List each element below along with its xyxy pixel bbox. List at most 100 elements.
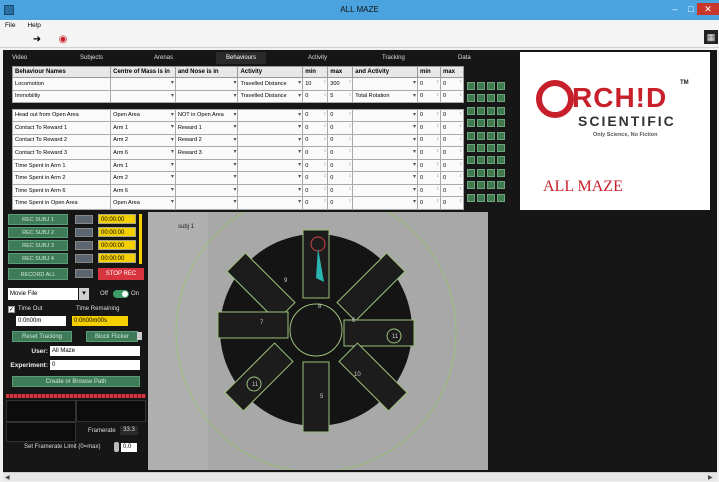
stop-rec-button[interactable]: STOP REC — [98, 268, 144, 280]
table-cell[interactable]: 0 — [417, 121, 441, 135]
table-cell[interactable] — [352, 171, 418, 185]
row-action-button[interactable] — [477, 106, 485, 115]
table-cell[interactable]: Time Spent in Arm 6 — [11, 183, 112, 198]
tab-behaviours[interactable]: Behaviours — [216, 52, 267, 64]
row-action-button[interactable] — [477, 82, 485, 90]
table-cell[interactable]: 0 — [302, 183, 329, 198]
table-cell[interactable] — [237, 171, 304, 185]
table-cell[interactable] — [237, 133, 304, 148]
tab-video[interactable]: Video — [12, 52, 27, 64]
row-action-button[interactable] — [467, 181, 475, 190]
chevron-down-icon[interactable]: ▾ — [79, 288, 89, 300]
menu-help[interactable]: Help — [22, 20, 45, 31]
table-cell[interactable]: 0 — [417, 89, 441, 104]
table-cell[interactable]: 0 — [417, 196, 441, 210]
row-action-button[interactable] — [477, 168, 485, 177]
table-cell[interactable] — [237, 108, 304, 123]
row-action-button[interactable] — [487, 156, 495, 165]
table-cell[interactable]: 0 — [439, 158, 465, 173]
row-action-button[interactable] — [467, 94, 475, 103]
table-cell[interactable]: 0 — [327, 171, 354, 185]
row-action-button[interactable] — [477, 131, 485, 140]
table-cell[interactable]: Reward 3 — [174, 146, 239, 160]
table-cell[interactable] — [237, 121, 304, 135]
timeout-checkbox[interactable]: ✓ — [8, 306, 15, 313]
table-cell[interactable]: 0 — [417, 171, 441, 185]
experiment-input[interactable]: 0 — [50, 360, 140, 370]
table-cell[interactable]: Open Area — [110, 108, 176, 123]
row-action-button[interactable] — [467, 82, 475, 90]
table-cell[interactable]: 300 — [327, 77, 354, 91]
table-cell[interactable]: 0 — [327, 133, 354, 148]
table-cell[interactable]: 0 — [302, 121, 329, 135]
table-cell[interactable] — [352, 121, 418, 135]
table-cell[interactable] — [237, 196, 304, 210]
table-cell[interactable] — [174, 77, 239, 91]
row-action-button[interactable] — [477, 193, 485, 202]
subj-2-toggle[interactable] — [75, 228, 93, 237]
table-cell[interactable] — [352, 77, 418, 91]
table-cell[interactable]: 0 — [439, 171, 465, 185]
table-cell[interactable]: Time Spent in Arm 1 — [11, 158, 112, 173]
tab-arenas[interactable]: Arenas — [154, 52, 173, 64]
menu-file[interactable]: File — [0, 20, 20, 31]
row-action-button[interactable] — [497, 82, 505, 90]
table-cell[interactable]: 0 — [439, 133, 465, 148]
table-cell[interactable]: Locomotion — [11, 77, 112, 91]
row-action-button[interactable] — [467, 156, 475, 165]
table-cell[interactable] — [110, 77, 176, 91]
subj-1-toggle[interactable] — [75, 215, 93, 224]
table-cell[interactable]: NOT in Open Area — [174, 108, 239, 123]
row-action-button[interactable] — [487, 119, 495, 128]
table-cell[interactable]: Total Rotation — [352, 89, 418, 104]
table-cell[interactable] — [352, 146, 418, 160]
row-action-button[interactable] — [467, 193, 475, 202]
table-cell[interactable]: 0 — [417, 108, 441, 123]
row-action-button[interactable] — [487, 168, 495, 177]
table-cell[interactable]: 0 — [327, 146, 354, 160]
row-action-button[interactable] — [487, 193, 495, 202]
tab-tracking[interactable]: Tracking — [382, 52, 405, 64]
row-action-button[interactable] — [467, 144, 475, 152]
source-select[interactable]: Movie File — [8, 288, 78, 300]
row-action-button[interactable] — [477, 119, 485, 128]
record-icon[interactable]: ◉ — [56, 34, 70, 46]
row-action-button[interactable] — [477, 144, 485, 152]
table-cell[interactable]: Arm 1 — [110, 121, 176, 135]
table-cell[interactable]: Contact To Reward 2 — [11, 133, 112, 148]
table-cell[interactable]: Arm 6 — [110, 183, 176, 198]
row-action-button[interactable] — [497, 144, 505, 152]
tab-data[interactable]: Data — [458, 52, 471, 64]
table-cell[interactable] — [237, 146, 304, 160]
tab-subjects[interactable]: Subjects — [80, 52, 103, 64]
table-cell[interactable] — [174, 158, 239, 173]
table-cell[interactable]: Reward 1 — [174, 121, 239, 135]
table-cell[interactable]: Arm 2 — [110, 133, 176, 148]
table-cell[interactable]: 0 — [302, 108, 329, 123]
grid-icon[interactable]: ▦ — [704, 30, 718, 44]
block-flicker-button[interactable]: Block Flicker — [86, 331, 138, 342]
table-cell[interactable]: 0 — [417, 183, 441, 198]
record-all-button[interactable]: RECORD ALL — [8, 268, 68, 280]
table-cell[interactable]: 0 — [439, 196, 465, 210]
table-cell[interactable]: 0 — [327, 108, 354, 123]
table-cell[interactable] — [352, 108, 418, 123]
table-cell[interactable]: Time Spent in Open Area — [11, 196, 112, 210]
table-cell[interactable] — [352, 158, 418, 173]
table-cell[interactable]: 0 — [327, 158, 354, 173]
rec-subj-2-button[interactable]: REC SUBJ 2 — [8, 227, 68, 238]
row-action-button[interactable] — [487, 106, 495, 115]
table-cell[interactable]: 0 — [417, 158, 441, 173]
table-cell[interactable] — [352, 196, 418, 210]
source-toggle[interactable] — [113, 290, 129, 298]
table-cell[interactable]: 0 — [302, 146, 329, 160]
table-cell[interactable]: Arm 2 — [110, 171, 176, 185]
table-cell[interactable]: 0 — [302, 171, 329, 185]
timeout-field[interactable]: 0:0h00m — [16, 316, 66, 326]
row-action-button[interactable] — [497, 156, 505, 165]
table-cell[interactable] — [174, 89, 239, 104]
table-cell[interactable] — [174, 196, 239, 210]
table-cell[interactable] — [237, 158, 304, 173]
reset-tracking-button[interactable]: Reset Tracking — [12, 331, 72, 342]
row-action-button[interactable] — [497, 181, 505, 190]
